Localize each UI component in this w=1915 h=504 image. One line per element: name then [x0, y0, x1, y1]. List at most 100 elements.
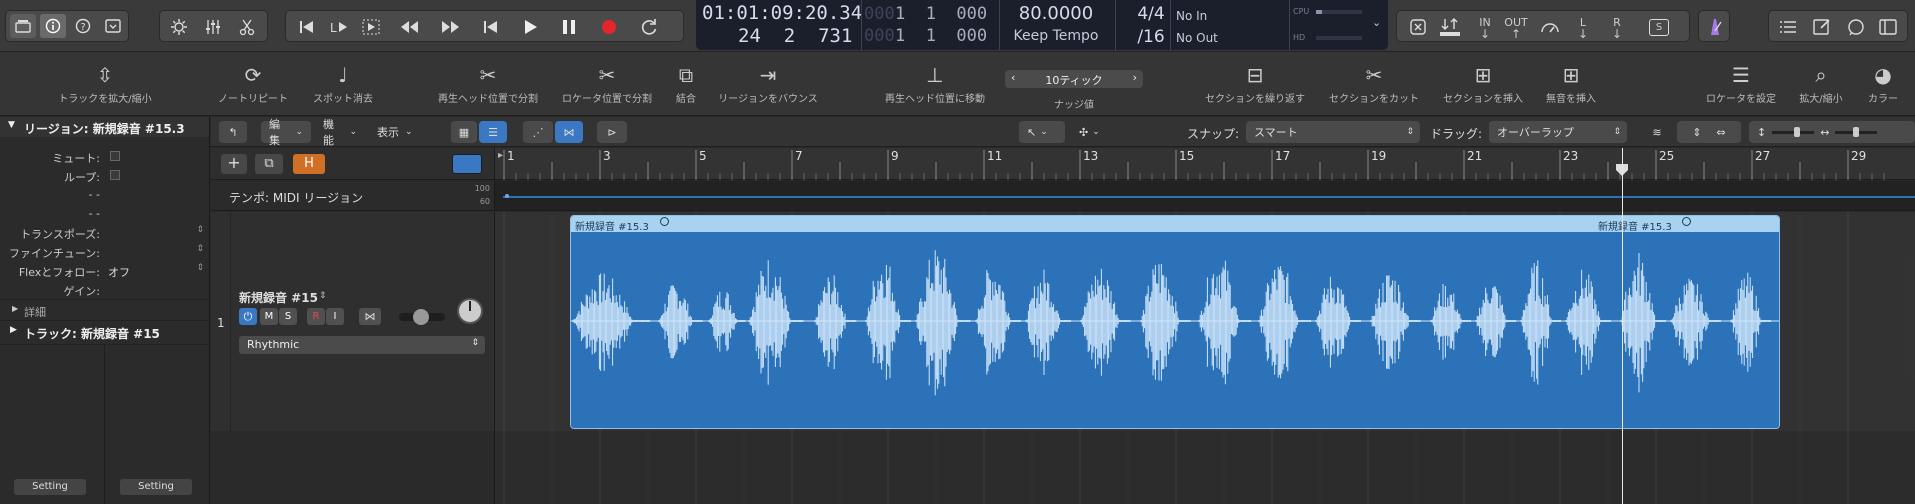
drag-select[interactable]: オーバーラップ ⇕: [1489, 121, 1627, 143]
play-from-left-locator-icon[interactable]: L: [326, 16, 352, 38]
audio-region[interactable]: 新規録音 #15.3 新規録音 #15.3: [570, 215, 1780, 429]
functions-menu[interactable]: 機能 ⌄: [315, 118, 365, 147]
view-menu[interactable]: 表示 ⌄: [369, 121, 425, 143]
audio-track-header[interactable]: 1 新規録音 #15 ⇕ ⏻ M S R I ⋈ Rhythmic ⇕: [211, 212, 495, 431]
in-button[interactable]: IN ↓: [1471, 13, 1499, 41]
editors-scissors-icon[interactable]: [234, 15, 260, 39]
nudge-value-control[interactable]: ‹ 10ティック ›: [1005, 70, 1143, 88]
hide-button[interactable]: H: [293, 154, 325, 174]
inspector-icon[interactable]: [40, 14, 66, 38]
smart-controls-icon[interactable]: [166, 15, 192, 39]
bar-ruler[interactable]: 1 3 5 7 9 11 13 15 17 19 21 23 25 27 29 ▸: [495, 148, 1915, 180]
setting-button-right[interactable]: Setting: [120, 479, 192, 495]
cpu-meter[interactable]: [1316, 10, 1362, 14]
flex-icon[interactable]: ⋈: [555, 121, 583, 143]
lcd-midi-in[interactable]: No In: [1176, 9, 1207, 23]
lcd-time[interactable]: 01:01:09:20.34: [702, 2, 862, 24]
go-to-beginning-icon[interactable]: [294, 16, 320, 38]
automation-icon[interactable]: ⋰: [523, 121, 553, 143]
tempo-track-lane[interactable]: [495, 181, 1915, 211]
input-monitor-button[interactable]: I: [326, 308, 344, 325]
list-view-icon[interactable]: ☰: [479, 121, 507, 143]
lcd-tempo-mode[interactable]: Keep Tempo: [1001, 28, 1111, 44]
tempo-point[interactable]: [505, 194, 509, 198]
hd-meter[interactable]: [1316, 36, 1362, 40]
vertical-fit-icon[interactable]: ⇕: [1692, 126, 1701, 139]
replace-icon[interactable]: [1405, 16, 1431, 38]
toolbar-zoom[interactable]: ⌕ 拡大/縮小: [1796, 60, 1846, 105]
pan-knob[interactable]: [457, 298, 483, 324]
browser-icon[interactable]: [1875, 15, 1901, 39]
mute-button[interactable]: M: [260, 308, 278, 325]
notepad-icon[interactable]: [1809, 15, 1835, 39]
flex-mode-select[interactable]: Rhythmic ⇕: [239, 336, 485, 354]
stepper-icon[interactable]: ⇕: [196, 263, 204, 273]
playhead-line[interactable]: [1622, 148, 1623, 504]
toolbar-split-at-playhead[interactable]: ✂ 再生ヘッド位置で分割: [433, 60, 543, 105]
mute-checkbox[interactable]: [110, 151, 120, 161]
record-icon[interactable]: [596, 16, 622, 38]
toolbar-set-locators[interactable]: ☰ ロケータを設定: [1686, 60, 1796, 105]
lcd-midi-out[interactable]: No Out: [1176, 31, 1218, 45]
details-row[interactable]: ▶ 詳細: [0, 301, 210, 320]
tracks-area[interactable]: 新規録音 #15.3 新規録音 #15.3: [495, 148, 1915, 504]
toolbar-repeat-section[interactable]: ⊟ セクションを繰り返す: [1200, 60, 1310, 105]
fast-forward-icon[interactable]: [436, 16, 464, 38]
waveform-zoom-icon[interactable]: ≋: [1641, 121, 1673, 143]
horizontal-fit-icon[interactable]: ⇔: [1716, 126, 1725, 139]
gain-row[interactable]: ゲイン:: [0, 280, 210, 299]
toolbar-bounce-regions[interactable]: ⇥ リージョンをバウンス: [713, 60, 823, 105]
lcd-bars[interactable]: 24 2 731: [738, 25, 852, 47]
region-loop-icon[interactable]: [660, 217, 669, 226]
loop-browser-icon[interactable]: [1843, 15, 1869, 39]
transpose-row[interactable]: トランスポーズ: ⇕: [0, 223, 210, 242]
pause-icon[interactable]: [556, 16, 582, 38]
region-loop-icon[interactable]: [1682, 217, 1691, 226]
rewind-icon[interactable]: [396, 16, 424, 38]
track-name[interactable]: 新規録音 #15: [239, 289, 318, 306]
finetune-row[interactable]: ファインチューン: ⇕: [0, 242, 210, 261]
toolbar-colors[interactable]: ◕ カラー: [1858, 60, 1908, 105]
back-icon[interactable]: ↰: [219, 121, 247, 143]
snap-select[interactable]: スマート ⇕: [1246, 121, 1420, 143]
metronome-icon[interactable]: [1702, 15, 1728, 39]
tempo-track-header[interactable]: テンポ: MIDI リージョン 100 60: [211, 181, 495, 211]
right-locator-button[interactable]: R ↓: [1605, 13, 1629, 41]
toolbar-cut-section[interactable]: ✂ セクションをカット: [1319, 60, 1429, 105]
region-inspector-header[interactable]: ▼ リージョン: 新規録音 #15.3: [0, 117, 209, 137]
stepper-icon[interactable]: ⇕: [196, 225, 204, 235]
setting-button-left[interactable]: Setting: [14, 479, 86, 495]
duplicate-track-icon[interactable]: ⧉: [255, 154, 283, 174]
loop-checkbox[interactable]: [110, 170, 120, 180]
cycle-icon[interactable]: [636, 16, 662, 38]
catch-playhead-icon[interactable]: ⊳: [597, 121, 627, 143]
autopunch-icon[interactable]: [1437, 14, 1463, 40]
stepper-icon[interactable]: ⇕: [319, 291, 327, 301]
lcd-menu-chevron-icon[interactable]: ⌄: [1372, 16, 1381, 29]
flex-toggle-icon[interactable]: ⋈: [359, 308, 381, 325]
play-from-selection-icon[interactable]: [358, 16, 384, 38]
volume-knob[interactable]: [413, 309, 429, 325]
solo-button[interactable]: S: [1649, 19, 1669, 36]
lcd-tempo[interactable]: 80.0000: [1006, 3, 1106, 24]
lcd-beats-1[interactable]: 1 1 000: [895, 4, 987, 24]
secondary-tool[interactable]: ✣ ⌄: [1071, 121, 1117, 143]
quick-help-icon[interactable]: ?: [70, 14, 96, 38]
pointer-tool[interactable]: ↖ ⌄: [1019, 121, 1065, 143]
vertical-zoom-slider[interactable]: [1772, 126, 1815, 137]
flex-row[interactable]: Flexとフォロー: オフ ⇕: [0, 261, 210, 280]
toolbar-toggle-icon[interactable]: [100, 14, 126, 38]
lcd-beats-2[interactable]: 1 1 000: [895, 26, 987, 46]
mixer-icon[interactable]: [200, 15, 226, 39]
toolbar-move-to-playhead[interactable]: ⊥ 再生ヘッド位置に移動: [880, 60, 990, 105]
toolbar-insert-silence[interactable]: ⊞ 無音を挿入: [1516, 60, 1626, 105]
horizontal-zoom-slider[interactable]: [1835, 126, 1878, 137]
volume-slider[interactable]: [399, 309, 445, 325]
library-icon[interactable]: [10, 14, 36, 38]
record-enable-button[interactable]: R: [307, 308, 325, 325]
solo-button[interactable]: S: [279, 308, 297, 325]
grid-view-icon[interactable]: ▦: [451, 121, 477, 143]
list-editors-icon[interactable]: [1775, 15, 1801, 39]
left-locator-button[interactable]: L ↓: [1571, 13, 1595, 41]
nudge-increase-icon[interactable]: ›: [1133, 71, 1137, 84]
